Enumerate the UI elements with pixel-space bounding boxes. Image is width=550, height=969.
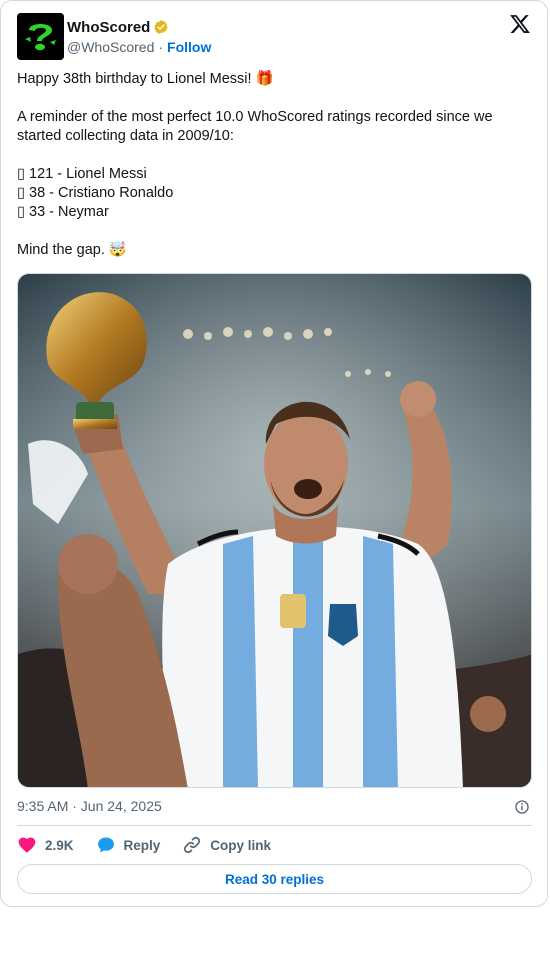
copy-link-label: Copy link — [210, 837, 272, 853]
author-handle[interactable]: @WhoScored — [67, 39, 154, 55]
author-display-name[interactable]: WhoScored — [67, 19, 150, 36]
tweet-line-neymar: ▯ 33 - Neymar — [17, 204, 109, 220]
speech-bubble-icon — [97, 837, 114, 853]
verified-badge-icon — [154, 20, 168, 35]
like-count: 2.9K — [45, 837, 74, 853]
separator-dot: · — [158, 39, 164, 55]
info-icon[interactable] — [514, 799, 530, 815]
x-logo-icon[interactable] — [509, 13, 531, 35]
tweet-line-intro: A reminder of the most perfect 10.0 WhoS… — [17, 109, 493, 144]
tweet-actions: 2.9K Reply Copy link — [17, 834, 293, 856]
tweet-line-closing: Mind the gap. 🤯 — [17, 242, 127, 258]
timestamp-row: 9:35 AM · Jun 24, 2025 — [17, 797, 532, 817]
tweet-line-messi: ▯ 121 - Lionel Messi — [17, 166, 147, 182]
heart-icon — [18, 837, 36, 853]
author-info: WhoScored @WhoScored · Follow — [67, 18, 211, 56]
copy-link-button[interactable]: Copy link — [182, 835, 271, 855]
tweet-card: WhoScored @WhoScored · Follow Happy 38th… — [0, 0, 548, 907]
messi-world-cup-photo — [18, 274, 531, 787]
divider — [17, 825, 532, 826]
tweet-media-photo[interactable] — [17, 273, 532, 788]
reply-button[interactable]: Reply — [96, 835, 161, 855]
tweet-line-ronaldo: ▯ 38 - Cristiano Ronaldo — [17, 185, 174, 201]
reply-label: Reply — [123, 837, 161, 853]
tweet-line-greeting: Happy 38th birthday to Lionel Messi! 🎁 — [17, 71, 274, 87]
tweet-header: WhoScored @WhoScored · Follow — [17, 13, 531, 61]
follow-button[interactable]: Follow — [167, 39, 211, 55]
whoscored-logo-icon — [17, 13, 64, 60]
like-button[interactable]: 2.9K — [17, 835, 74, 855]
link-icon — [184, 836, 201, 854]
avatar[interactable] — [17, 13, 64, 60]
tweet-text: Happy 38th birthday to Lionel Messi! 🎁 A… — [17, 70, 532, 260]
tweet-timestamp[interactable]: 9:35 AM · Jun 24, 2025 — [17, 798, 162, 814]
read-replies-button[interactable]: Read 30 replies — [17, 864, 532, 894]
